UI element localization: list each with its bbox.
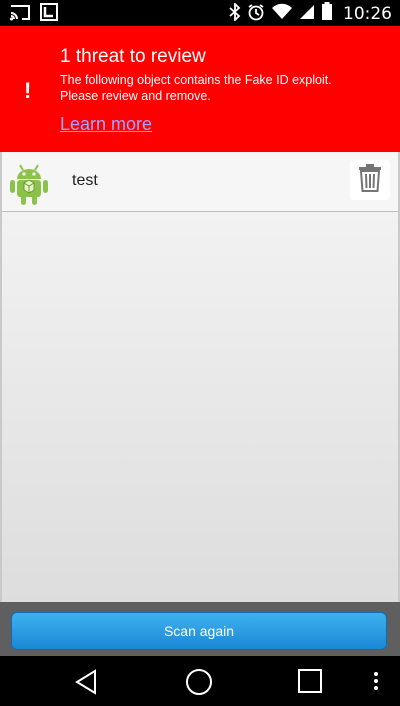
home-icon[interactable] bbox=[184, 668, 214, 696]
wifi-icon bbox=[271, 3, 293, 25]
signal-icon bbox=[299, 3, 315, 25]
notification-app-icon bbox=[40, 3, 58, 26]
battery-icon bbox=[321, 2, 333, 26]
alert-icon: ! bbox=[24, 78, 32, 103]
threat-list: test bbox=[0, 152, 400, 602]
banner-description: The following object contains the Fake I… bbox=[60, 73, 332, 103]
alarm-icon bbox=[247, 3, 265, 26]
back-icon[interactable] bbox=[73, 668, 103, 696]
overflow-menu-icon[interactable] bbox=[366, 668, 386, 696]
delete-button[interactable] bbox=[350, 160, 390, 200]
threat-row[interactable]: test bbox=[2, 154, 398, 212]
bluetooth-icon bbox=[229, 1, 241, 26]
status-bar: 10:26 bbox=[0, 0, 400, 26]
threat-app-name: test bbox=[72, 172, 98, 189]
cast-icon bbox=[10, 4, 30, 26]
learn-more-link[interactable]: Learn more bbox=[60, 114, 152, 135]
trash-icon bbox=[358, 163, 382, 197]
android-icon bbox=[8, 162, 50, 206]
navigation-bar bbox=[0, 656, 400, 706]
threat-banner: ! 1 threat to review The following objec… bbox=[0, 26, 400, 152]
scan-again-button[interactable]: Scan again bbox=[11, 612, 387, 650]
banner-title: 1 threat to review bbox=[60, 46, 206, 67]
status-time: 10:26 bbox=[343, 4, 392, 24]
bottom-action-bar: Scan again bbox=[0, 602, 400, 656]
recents-icon[interactable] bbox=[297, 668, 327, 696]
